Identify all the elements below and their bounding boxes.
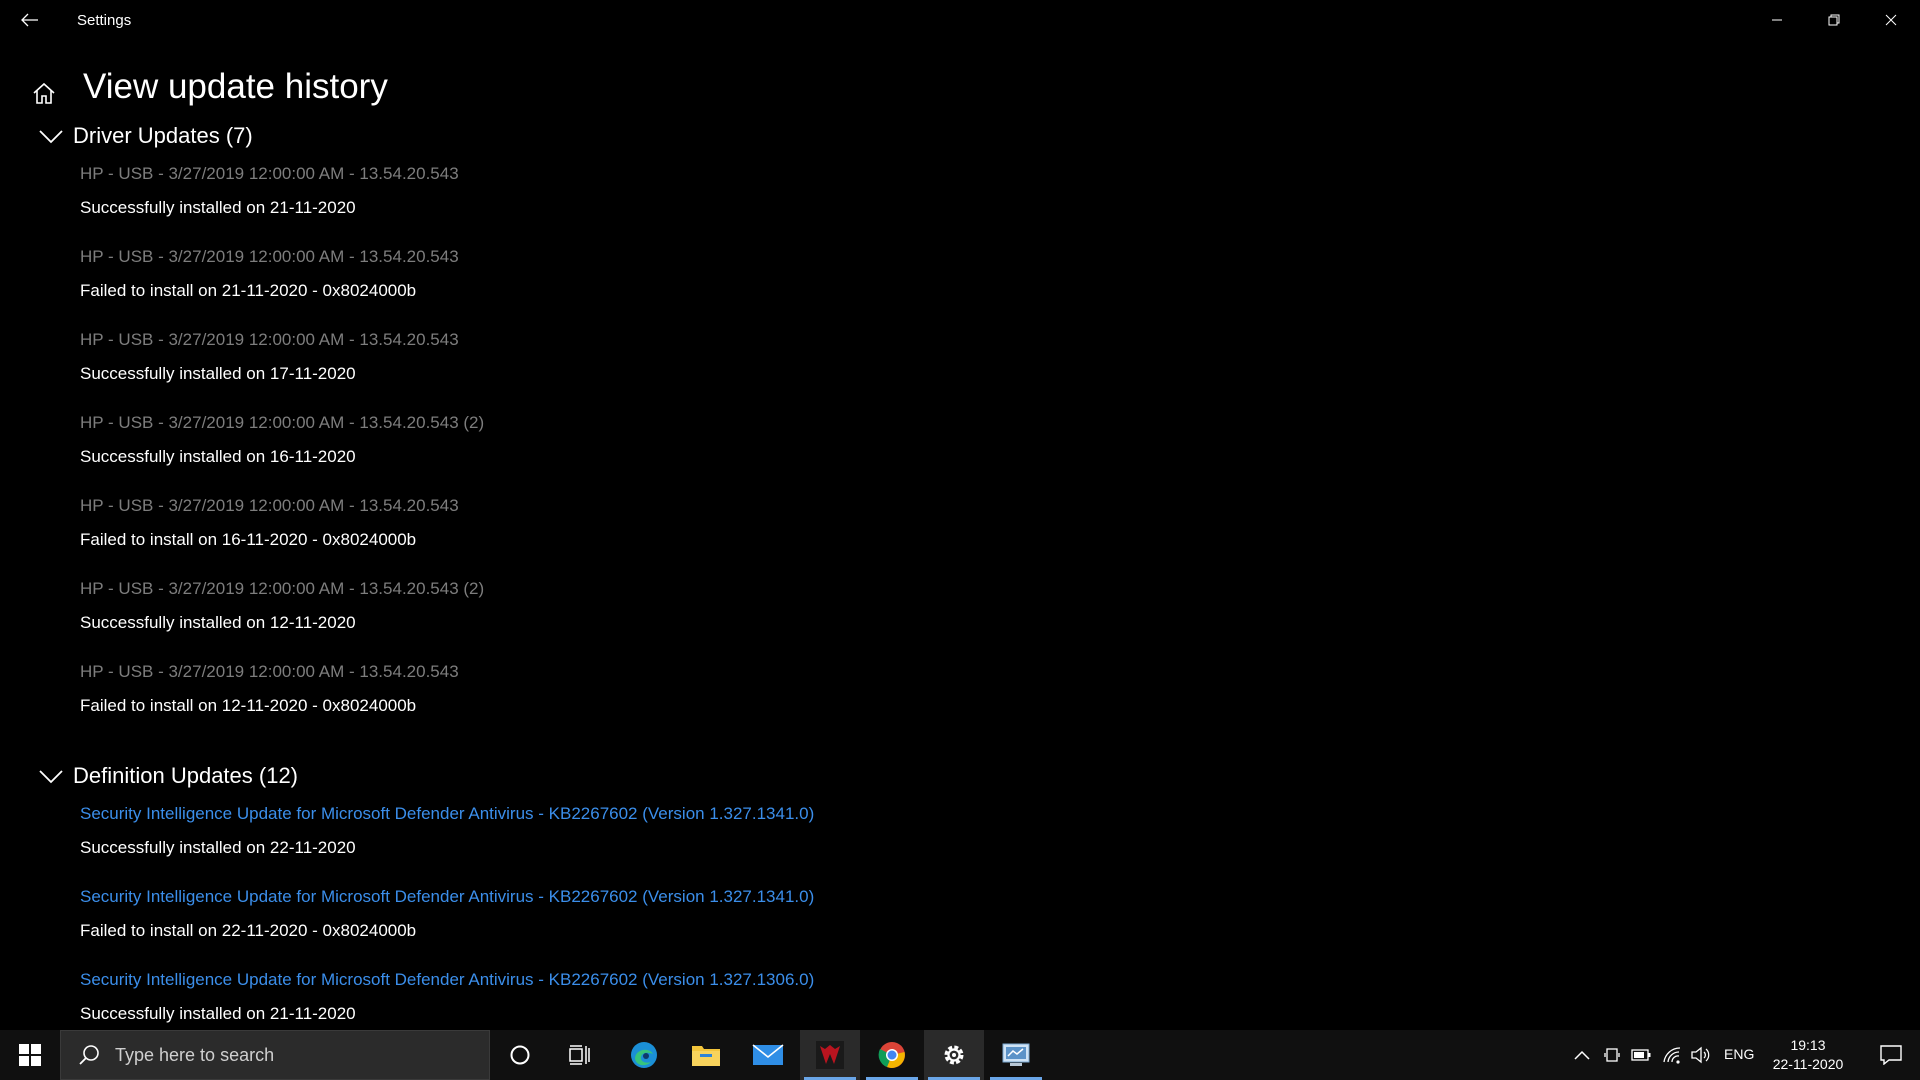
update-status: Failed to install on 16-11-2020 - 0x8024… (80, 530, 417, 549)
predator-sense-icon (816, 1041, 844, 1069)
chrome-icon (878, 1042, 905, 1068)
update-link[interactable]: Security Intelligence Update for Microso… (80, 804, 814, 824)
action-center-button[interactable] (1862, 1030, 1920, 1080)
edge-app[interactable] (614, 1030, 674, 1080)
close-icon (1885, 14, 1897, 26)
update-history-list: Driver Updates (7) HP - USB - 3/27/2019 … (0, 118, 1920, 1043)
close-button[interactable] (1863, 0, 1919, 40)
list-item: HP - USB - 3/27/2019 12:00:00 AM - 13.54… (80, 403, 1920, 486)
update-link[interactable]: Security Intelligence Update for Microso… (80, 887, 814, 907)
window-title: Settings (77, 12, 132, 29)
section-driver-updates[interactable]: Driver Updates (7) (0, 118, 1920, 154)
tray-device-button[interactable] (1601, 1044, 1623, 1066)
start-button[interactable] (0, 1030, 60, 1080)
task-view-icon (569, 1045, 590, 1065)
list-item: HP - USB - 3/27/2019 12:00:00 AM - 13.54… (80, 237, 1920, 320)
task-view-button[interactable] (550, 1030, 610, 1080)
update-status: Failed to install on 22-11-2020 - 0x8024… (80, 921, 417, 940)
update-status: Successfully installed on 17-11-2020 (80, 364, 356, 383)
update-status: Successfully installed on 22-11-2020 (80, 838, 356, 857)
driver-updates-list: HP - USB - 3/27/2019 12:00:00 AM - 13.54… (0, 154, 1920, 735)
notification-icon (1880, 1045, 1902, 1065)
taskbar-search-box[interactable]: Type here to search (60, 1030, 490, 1080)
chevron-up-icon (1574, 1050, 1590, 1060)
update-name: HP - USB - 3/27/2019 12:00:00 AM - 13.54… (80, 662, 459, 681)
update-name: HP - USB - 3/27/2019 12:00:00 AM - 13.54… (80, 413, 485, 432)
clock-time: 19:13 (1790, 1037, 1826, 1053)
minimize-button[interactable] (1749, 0, 1805, 40)
update-name: HP - USB - 3/27/2019 12:00:00 AM - 13.54… (80, 164, 459, 183)
battery-icon (1631, 1049, 1651, 1061)
section-title: Driver Updates (7) (73, 123, 253, 148)
update-status: Successfully installed on 21-11-2020 (80, 1004, 356, 1023)
back-arrow-icon (21, 13, 38, 27)
home-button[interactable] (28, 77, 60, 109)
update-name: HP - USB - 3/27/2019 12:00:00 AM - 13.54… (80, 330, 459, 349)
windows-logo-icon (19, 1044, 41, 1066)
control-panel-app[interactable] (986, 1030, 1046, 1080)
list-item: HP - USB - 3/27/2019 12:00:00 AM - 13.54… (80, 486, 1920, 569)
settings-app[interactable] (924, 1030, 984, 1080)
mail-app[interactable] (738, 1030, 798, 1080)
page-title: View update history (83, 67, 388, 106)
restore-icon (1828, 14, 1840, 26)
settings-icon (944, 1045, 964, 1065)
update-status: Successfully installed on 12-11-2020 (80, 613, 356, 632)
clock[interactable]: 19:13 22-11-2020 (1760, 1036, 1856, 1074)
minimize-icon (1772, 19, 1782, 21)
file-explorer-app[interactable] (676, 1030, 736, 1080)
list-item: Security Intelligence Update for Microso… (80, 877, 1920, 960)
volume-icon (1691, 1046, 1710, 1064)
tray-battery-button[interactable] (1630, 1044, 1652, 1066)
chevron-down-icon (39, 130, 63, 144)
update-status: Failed to install on 21-11-2020 - 0x8024… (80, 281, 417, 300)
section-title: Definition Updates (12) (73, 763, 299, 788)
list-item: HP - USB - 3/27/2019 12:00:00 AM - 13.54… (80, 569, 1920, 652)
search-icon (79, 1045, 99, 1065)
restore-button[interactable] (1806, 0, 1862, 40)
definition-updates-list: Security Intelligence Update for Microso… (0, 794, 1920, 1043)
chevron-down-icon (39, 770, 63, 784)
list-item: Security Intelligence Update for Microso… (80, 794, 1920, 877)
list-item: HP - USB - 3/27/2019 12:00:00 AM - 13.54… (80, 320, 1920, 403)
device-icon (1604, 1048, 1620, 1062)
home-icon (33, 82, 55, 104)
file-explorer-icon (692, 1046, 720, 1066)
cortana-icon (510, 1045, 530, 1065)
section-definition-updates[interactable]: Definition Updates (12) (0, 758, 1920, 794)
control-panel-icon (1002, 1043, 1030, 1066)
update-link[interactable]: Security Intelligence Update for Microso… (80, 970, 814, 990)
language-indicator[interactable]: ENG (1724, 1046, 1754, 1062)
update-name: HP - USB - 3/27/2019 12:00:00 AM - 13.54… (80, 247, 459, 266)
chrome-app[interactable] (862, 1030, 922, 1080)
list-item: HP - USB - 3/27/2019 12:00:00 AM - 13.54… (80, 652, 1920, 735)
update-status: Failed to install on 12-11-2020 - 0x8024… (80, 696, 417, 715)
show-hidden-icons-button[interactable] (1571, 1044, 1593, 1066)
update-status: Successfully installed on 16-11-2020 (80, 447, 356, 466)
back-button[interactable] (10, 0, 50, 40)
edge-icon (631, 1042, 657, 1068)
tray-volume-button[interactable] (1689, 1044, 1711, 1066)
clock-date: 22-11-2020 (1772, 1056, 1844, 1072)
title-bar: Settings (0, 0, 1920, 40)
predator-sense-app[interactable] (800, 1030, 860, 1080)
wifi-icon (1663, 1047, 1681, 1064)
list-item: HP - USB - 3/27/2019 12:00:00 AM - 13.54… (80, 154, 1920, 237)
update-name: HP - USB - 3/27/2019 12:00:00 AM - 13.54… (80, 496, 459, 515)
taskbar: Type here to search ENG 19:13 22-11-2020 (0, 1030, 1920, 1080)
search-placeholder: Type here to search (115, 1044, 275, 1065)
cortana-button[interactable] (490, 1030, 550, 1080)
mail-icon (752, 1044, 784, 1065)
tray-wifi-button[interactable] (1661, 1044, 1683, 1066)
update-name: HP - USB - 3/27/2019 12:00:00 AM - 13.54… (80, 579, 485, 598)
update-status: Successfully installed on 21-11-2020 (80, 198, 356, 217)
